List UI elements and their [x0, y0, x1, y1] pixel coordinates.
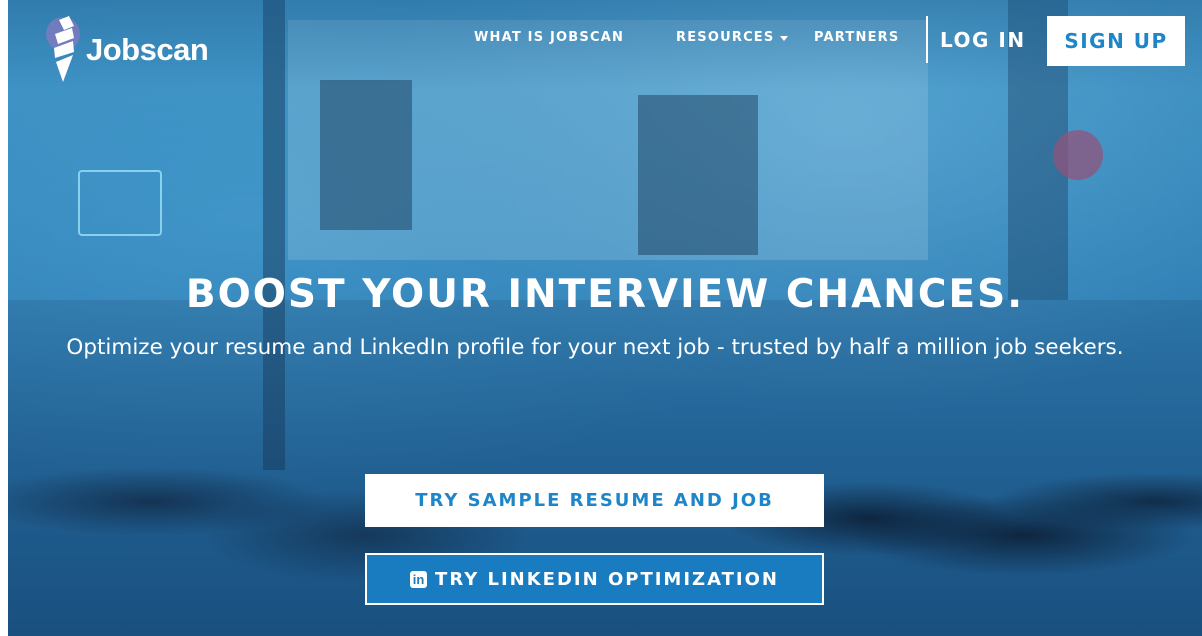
caret-down-icon — [780, 36, 789, 41]
nav-resources-label: RESOURCES — [676, 30, 775, 45]
background-doorway — [638, 95, 758, 255]
nav-divider — [926, 16, 928, 63]
hero-section: Jobscan WHAT IS JOBSCAN RESOURCES PARTNE… — [8, 0, 1202, 636]
try-linkedin-button[interactable]: in TRY LINKEDIN OPTIMIZATION — [365, 553, 824, 605]
try-linkedin-label: TRY LINKEDIN OPTIMIZATION — [435, 568, 779, 590]
nav-resources[interactable]: RESOURCES — [676, 30, 789, 45]
try-sample-button[interactable]: TRY SAMPLE RESUME AND JOB — [365, 474, 824, 527]
background-window — [320, 80, 412, 230]
hero-subline: Optimize your resume and LinkedIn profil… — [66, 335, 1124, 360]
top-nav: Jobscan WHAT IS JOBSCAN RESOURCES PARTNE… — [8, 0, 1202, 82]
tie-icon — [46, 16, 80, 82]
background-road-sign — [1053, 130, 1103, 180]
logo-text: Jobscan — [86, 32, 209, 67]
nav-what-is-jobscan[interactable]: WHAT IS JOBSCAN — [474, 30, 624, 45]
linkedin-icon: in — [410, 570, 428, 588]
hero-headline: BOOST YOUR INTERVIEW CHANCES. — [185, 272, 1025, 317]
login-link[interactable]: LOG IN — [940, 28, 1026, 52]
nav-partners[interactable]: PARTNERS — [814, 30, 899, 45]
background-neon-sign — [78, 170, 162, 236]
signup-button[interactable]: SIGN UP — [1047, 16, 1185, 66]
logo-link[interactable]: Jobscan — [46, 14, 209, 86]
